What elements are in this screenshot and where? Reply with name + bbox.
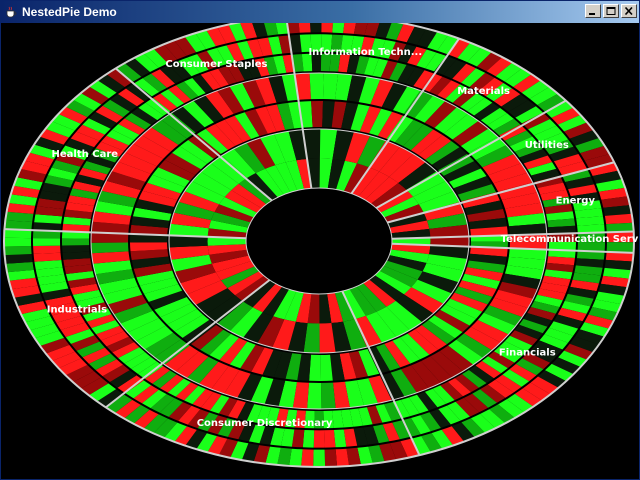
pie-segment[interactable] [301, 449, 314, 467]
pie-segment[interactable] [309, 354, 321, 382]
nested-pie-chart[interactable]: Information Techn... Materials Utilities En… [1, 23, 639, 479]
sector-label: Materials [457, 86, 510, 97]
pie-segment[interactable] [302, 430, 315, 448]
pie-segment[interactable] [32, 238, 61, 246]
sector-label: Industrials [47, 304, 107, 315]
minimize-icon [589, 13, 595, 15]
pie-segment[interactable] [33, 245, 61, 254]
center-hole [245, 187, 393, 295]
pie-segment[interactable] [324, 430, 336, 448]
pie-segment[interactable] [91, 242, 129, 254]
sector-label: Health Care [52, 149, 119, 160]
pie-segment[interactable] [311, 100, 323, 128]
pie-segment[interactable] [4, 254, 33, 264]
sector-label: Information Techn... [308, 47, 422, 58]
sector-label: Energy [556, 196, 596, 207]
sector-label: Utilities [525, 140, 569, 151]
close-icon [624, 7, 633, 15]
maximize-icon [606, 7, 616, 15]
minimize-button[interactable] [585, 4, 601, 18]
pie-segment[interactable] [309, 72, 324, 100]
maximize-button[interactable] [603, 4, 619, 18]
sector-label: Consumer Discretionary [197, 418, 333, 429]
pie-segment[interactable] [4, 246, 32, 256]
pie-segment[interactable] [324, 449, 338, 467]
pie-segment[interactable] [310, 23, 322, 33]
window-title: NestedPie Demo [22, 5, 117, 19]
nested-pie-canvas[interactable]: Information Techn... Materials Utilities En… [1, 23, 639, 479]
sector-label: Consumer Staples [165, 59, 267, 70]
pie-segment[interactable] [61, 238, 90, 246]
pie-segment[interactable] [3, 237, 32, 247]
pie-segment[interactable] [62, 245, 90, 253]
java-cup-icon [4, 5, 18, 19]
window-controls [583, 4, 637, 18]
pie-segment[interactable] [313, 430, 325, 448]
pie-segment[interactable] [313, 449, 326, 468]
app-window: NestedPie Demo Information Techn... Mater… [0, 0, 640, 480]
title-bar[interactable]: NestedPie Demo [1, 1, 639, 23]
close-button[interactable] [621, 4, 637, 18]
sector-label: Telecommunication Services [501, 234, 639, 245]
pie-segment[interactable] [298, 23, 311, 33]
pie-segment[interactable] [321, 23, 333, 33]
sector-label: Financials [499, 347, 556, 358]
pie-segment[interactable] [307, 382, 322, 410]
